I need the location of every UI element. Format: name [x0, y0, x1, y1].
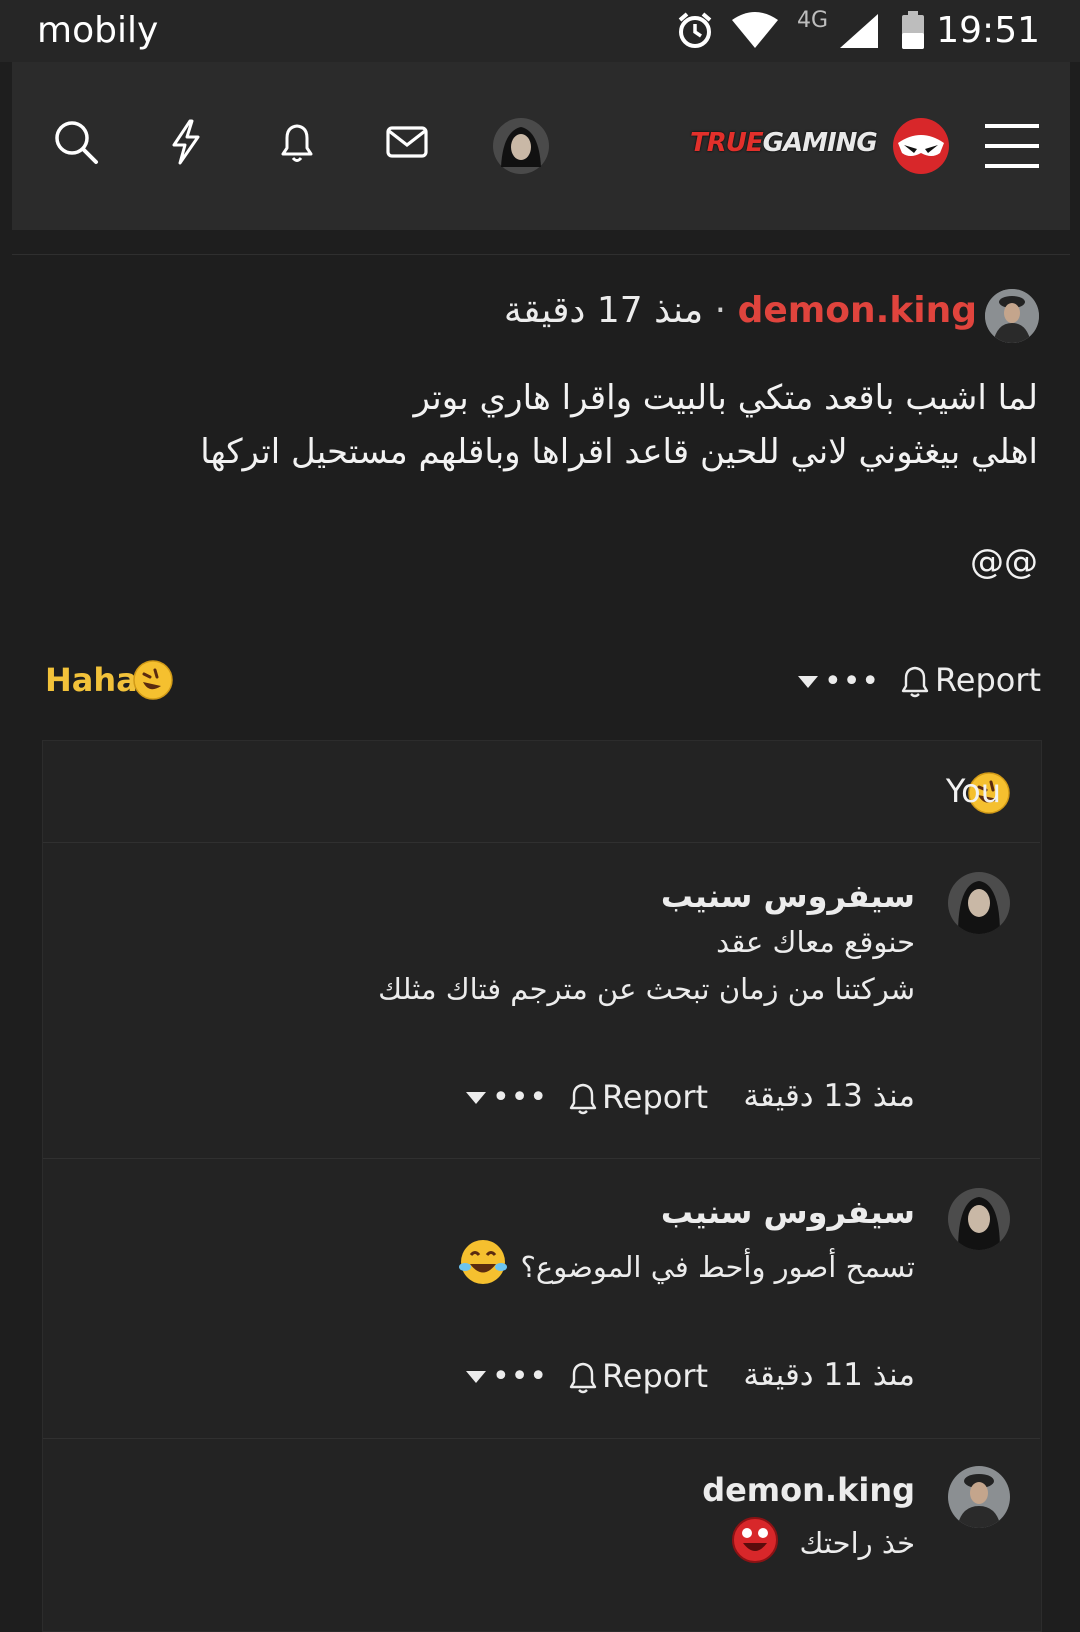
report-button[interactable]: Report: [602, 1078, 708, 1116]
logo-mask-icon[interactable]: [892, 117, 950, 175]
logo-true: TRUE: [690, 128, 764, 158]
post-text-line-2: اهلي بيغثوني لاني للحين قاعد اقراها وباق…: [200, 432, 1038, 472]
comment-author-avatar[interactable]: [948, 1466, 1010, 1528]
comment-author-avatar[interactable]: [948, 872, 1010, 934]
comment-text-line-2: شركتنا من زمان تبحث عن مترجم فتاك مثلك: [378, 972, 915, 1006]
search-icon[interactable]: [52, 118, 100, 166]
divider: [43, 1158, 1040, 1159]
post-time[interactable]: منذ 17 دقيقة: [504, 290, 703, 331]
comment-author-avatar[interactable]: [948, 1188, 1010, 1250]
divider: [43, 842, 1040, 843]
comment-author[interactable]: سيفروس سنيب: [661, 1193, 915, 1231]
comment-author[interactable]: demon.king: [702, 1471, 915, 1509]
wifi-icon: [732, 12, 778, 48]
divider: [43, 1438, 1040, 1439]
comment-time[interactable]: منذ 13 دقيقة: [743, 1078, 915, 1114]
more-options-button[interactable]: •••: [492, 1359, 548, 1394]
status-time: 19:51: [936, 10, 1040, 51]
report-bell-icon[interactable]: [568, 1082, 598, 1116]
reaction-summary[interactable]: You: [946, 772, 1001, 810]
chevron-down-icon[interactable]: [797, 675, 819, 689]
mail-icon[interactable]: [383, 118, 431, 166]
post-author[interactable]: demon.king: [738, 290, 977, 331]
post-meta: demon.king · منذ 17 دقيقة: [504, 290, 977, 331]
chevron-down-icon[interactable]: [465, 1370, 487, 1384]
haha-emoji-icon[interactable]: [133, 660, 173, 700]
network-type: 4G: [797, 8, 829, 33]
comment-author[interactable]: سيفروس سنيب: [661, 877, 915, 915]
report-button[interactable]: Report: [602, 1357, 708, 1395]
bell-icon[interactable]: [273, 118, 321, 166]
menu-icon[interactable]: [983, 120, 1041, 172]
more-options-button[interactable]: •••: [824, 664, 880, 699]
comment-text-line-1: حنوقع معاك عقد: [716, 925, 915, 959]
report-button[interactable]: Report: [935, 661, 1041, 699]
logo-gaming: GAMING: [762, 128, 878, 158]
report-bell-icon[interactable]: [568, 1361, 598, 1395]
lightning-icon[interactable]: [162, 118, 210, 166]
comment-text-line-1: خذ راحتك: [799, 1526, 915, 1560]
reaction-button[interactable]: Haha: [45, 661, 138, 699]
battery-icon: [902, 11, 924, 49]
post-text-line-3: @@: [970, 542, 1038, 582]
post-author-avatar[interactable]: [985, 289, 1039, 343]
user-avatar[interactable]: [492, 117, 550, 175]
meta-separator: ·: [714, 290, 727, 331]
chevron-down-icon[interactable]: [465, 1091, 487, 1105]
comment-text-line-1: تسمح أصور وأحط في الموضوع؟: [520, 1250, 915, 1284]
site-logo-text[interactable]: TRUEGAMING: [690, 128, 878, 158]
signal-icon: [840, 14, 878, 48]
report-bell-icon[interactable]: [900, 665, 930, 699]
comment-time[interactable]: منذ 11 دقيقة: [743, 1357, 915, 1393]
post-text-line-1: لما اشيب باقعد متكي بالبيت واقرا هاري بو…: [413, 378, 1038, 418]
laughing-tears-emoji-icon: [459, 1240, 507, 1284]
carrier-name: mobily: [37, 10, 159, 51]
red-face-emoji-icon: [732, 1517, 778, 1563]
divider: [12, 254, 1070, 255]
alarm-icon: [678, 12, 712, 48]
more-options-button[interactable]: •••: [492, 1080, 548, 1115]
